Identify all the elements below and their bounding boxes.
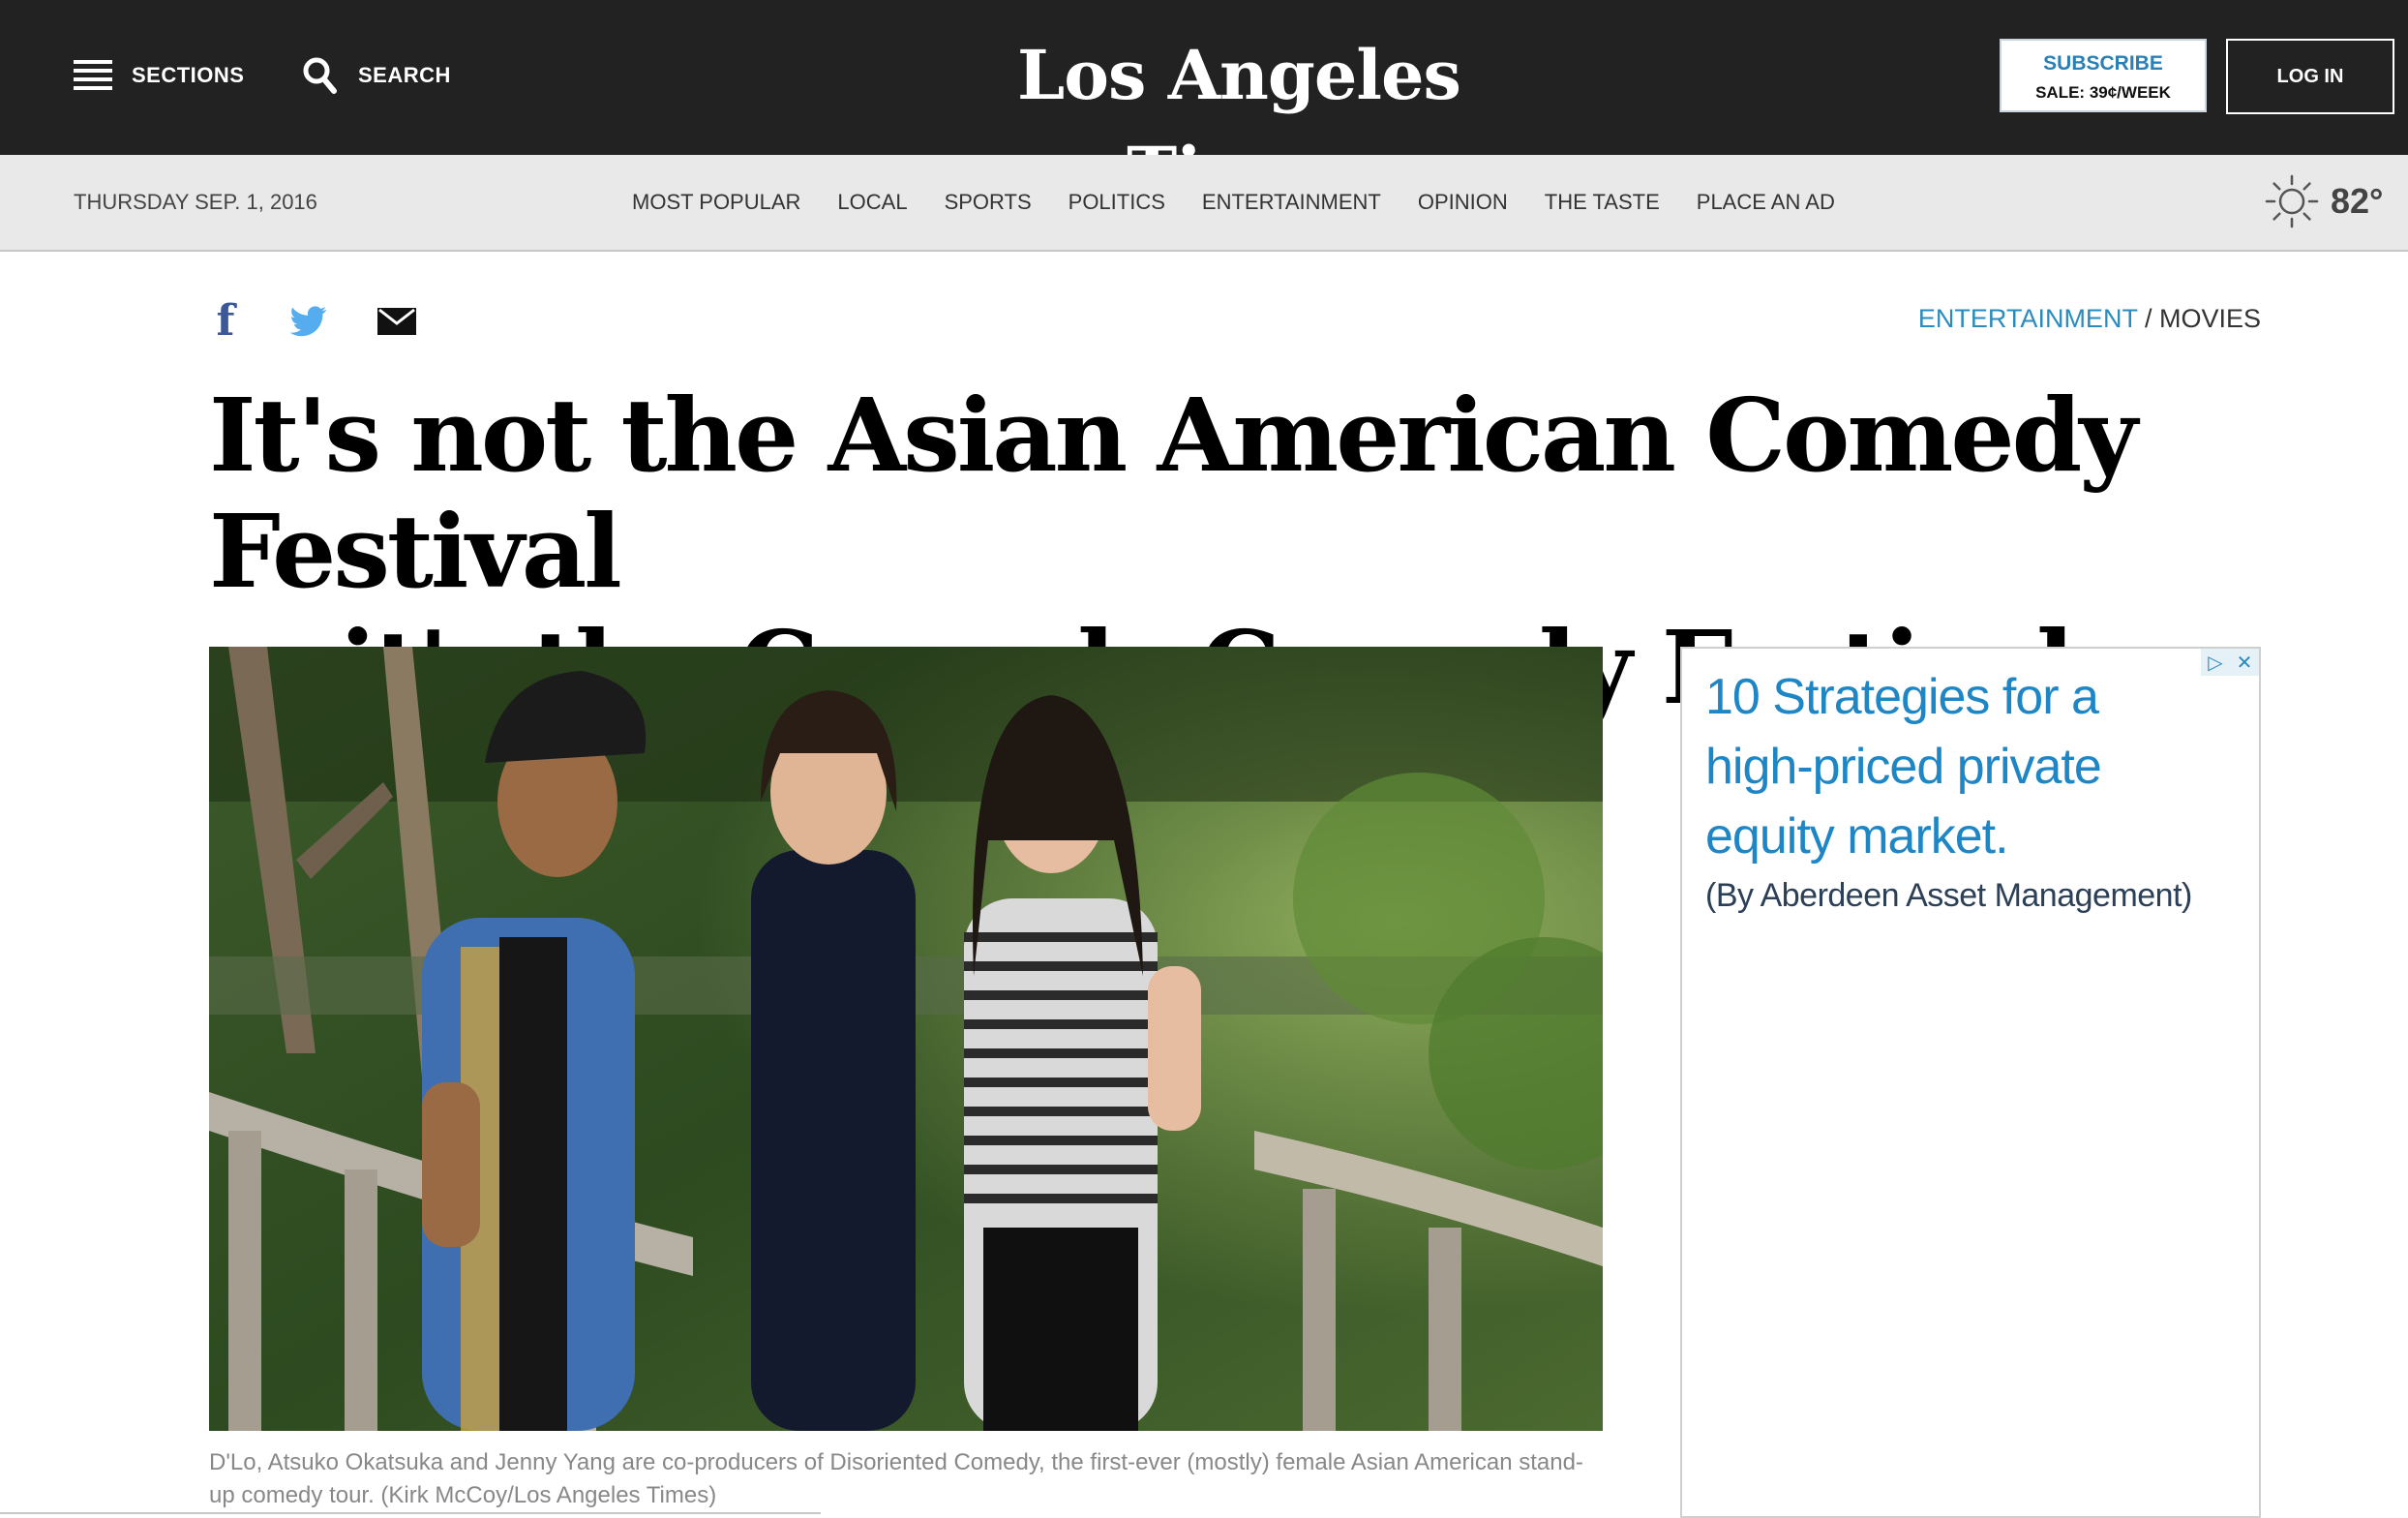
weather-widget[interactable]: 82° (2265, 174, 2383, 228)
nav-link-politics[interactable]: POLITICS (1069, 190, 1165, 215)
social-share: f (211, 296, 416, 346)
ad-sponsor: (By Aberdeen Asset Management) (1705, 877, 2192, 914)
breadcrumb: ENTERTAINMENT / MOVIES (1918, 304, 2261, 334)
nav-bar: THURSDAY SEP. 1, 2016 MOST POPULAR LOCAL… (0, 155, 2408, 252)
search-label: SEARCH (358, 63, 451, 87)
facebook-icon[interactable]: f (211, 296, 240, 346)
article-photo-image (209, 647, 1603, 1431)
nav-link-most-popular[interactable]: MOST POPULAR (632, 190, 800, 215)
breadcrumb-subsection[interactable]: MOVIES (2159, 304, 2261, 333)
nav-link-entertainment[interactable]: ENTERTAINMENT (1202, 190, 1381, 215)
breadcrumb-section[interactable]: ENTERTAINMENT (1918, 304, 2138, 333)
close-icon[interactable]: ✕ (2230, 649, 2259, 676)
breadcrumb-separator: / (2137, 304, 2159, 333)
nav-link-opinion[interactable]: OPINION (1418, 190, 1508, 215)
nav-links: MOST POPULAR LOCAL SPORTS POLITICS ENTER… (632, 190, 1872, 215)
subscribe-sale-text: SALE: 39¢/WEEK (2035, 83, 2171, 102)
hamburger-icon (74, 60, 112, 91)
email-icon[interactable] (377, 307, 416, 335)
sections-menu-button[interactable]: SECTIONS (74, 54, 244, 97)
twitter-icon[interactable] (290, 305, 327, 337)
nav-link-the-taste[interactable]: THE TASTE (1545, 190, 1660, 215)
search-icon (303, 57, 337, 94)
top-header: SECTIONS SEARCH Los Angeles Times SUBSCR… (0, 0, 2408, 212)
temperature: 82° (2331, 181, 2384, 221)
divider (0, 1512, 821, 1514)
subscribe-button[interactable]: SUBSCRIBE SALE: 39¢/WEEK (2000, 39, 2207, 112)
login-button[interactable]: LOG IN (2226, 39, 2394, 114)
search-button[interactable]: SEARCH (302, 54, 451, 97)
advertisement[interactable]: ▷ ✕ 10 Strategies for a high-priced priv… (1680, 647, 2261, 1518)
photo-caption: D'Lo, Atsuko Okatsuka and Jenny Yang are… (209, 1449, 1583, 1508)
ad-controls: ▷ ✕ (2201, 649, 2259, 676)
subscribe-label: SUBSCRIBE (2043, 52, 2163, 75)
sun-icon (2265, 174, 2319, 228)
headline-line-1: It's not the Asian American Comedy Festi… (209, 376, 2138, 611)
nav-link-local[interactable]: LOCAL (837, 190, 907, 215)
ad-headline[interactable]: 10 Strategies for a high-priced private … (1705, 662, 2209, 871)
article-photo[interactable] (209, 647, 1603, 1431)
current-date: THURSDAY SEP. 1, 2016 (74, 190, 317, 214)
sections-label: SECTIONS (132, 63, 245, 87)
nav-link-place-an-ad[interactable]: PLACE AN AD (1697, 190, 1835, 215)
nav-link-sports[interactable]: SPORTS (945, 190, 1032, 215)
